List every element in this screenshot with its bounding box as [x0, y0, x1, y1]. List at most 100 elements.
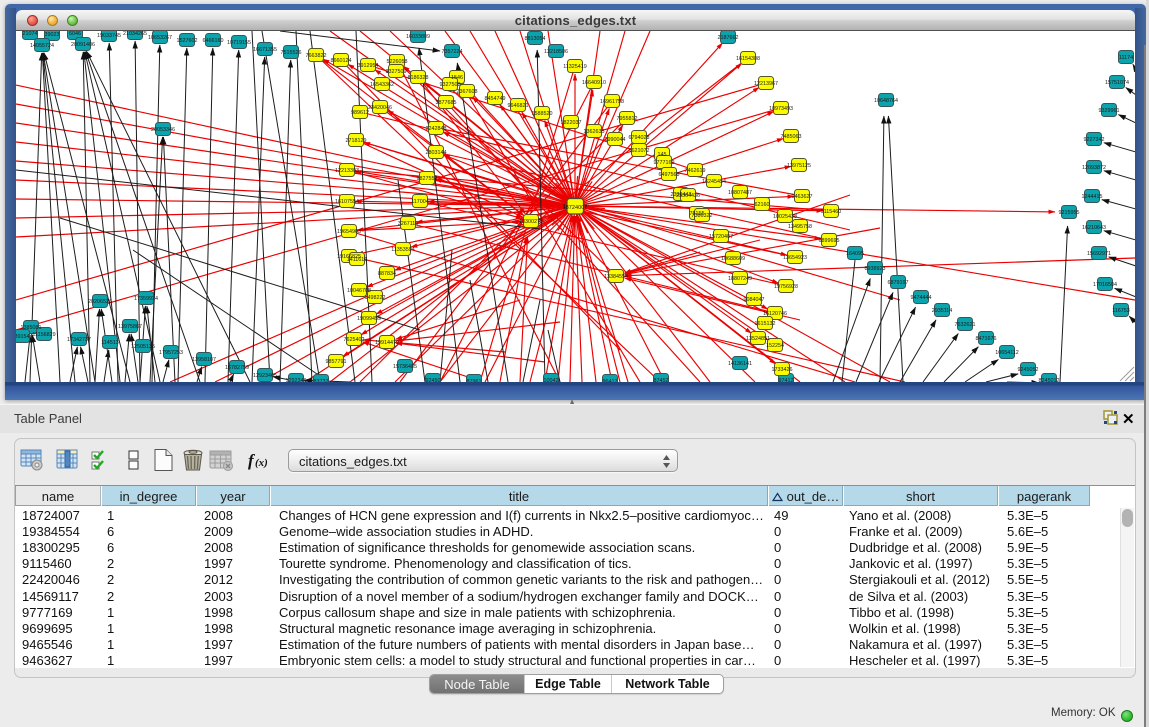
svg-text:6879197: 6879197 [888, 280, 909, 286]
svg-text:1385081: 1385081 [21, 325, 42, 331]
svg-text:13300275: 13300275 [519, 219, 543, 225]
svg-text:10973493: 10973493 [769, 106, 793, 112]
svg-text:19099459: 19099459 [357, 316, 381, 322]
svg-text:87961: 87961 [467, 379, 482, 382]
svg-text:23420046: 23420046 [368, 105, 392, 111]
svg-text:7625402: 7625402 [344, 337, 365, 343]
svg-text:16245454: 16245454 [702, 179, 726, 185]
svg-text:1527602: 1527602 [177, 38, 198, 44]
svg-text:8471676: 8471676 [976, 336, 997, 342]
svg-text:7632621: 7632621 [955, 322, 976, 328]
svg-text:18807249: 18807249 [728, 276, 752, 282]
svg-text:9327508: 9327508 [440, 82, 461, 88]
svg-text:17342737: 17342737 [67, 337, 91, 343]
svg-text:10688609: 10688609 [721, 256, 745, 262]
svg-text:16782759: 16782759 [225, 365, 249, 371]
svg-text:10648764: 10648764 [874, 98, 898, 104]
svg-text:96412: 96412 [603, 379, 618, 382]
svg-text:9329961: 9329961 [1099, 108, 1120, 114]
svg-text:3912954: 3912954 [358, 63, 379, 69]
svg-text:10046708: 10046708 [347, 288, 371, 294]
svg-text:9777169: 9777169 [654, 160, 675, 166]
svg-text:11174: 11174 [1119, 55, 1133, 61]
svg-text:7663822: 7663822 [306, 53, 327, 59]
svg-text:8938923: 8938923 [865, 266, 886, 272]
svg-text:11353594: 11353594 [391, 247, 415, 253]
svg-text:164095: 164095 [846, 251, 864, 257]
svg-text:23364436: 23364436 [676, 193, 700, 199]
svg-text:13218506: 13218506 [544, 49, 568, 55]
svg-text:1990044: 1990044 [605, 137, 626, 143]
svg-text:7357224: 7357224 [442, 49, 463, 55]
svg-text:1615132: 1615132 [755, 321, 776, 327]
svg-text:15736485: 15736485 [393, 364, 417, 370]
svg-text:19033745: 19033745 [97, 33, 121, 39]
svg-text:9227342: 9227342 [1084, 137, 1105, 143]
svg-text:1244415: 1244415 [1082, 194, 1103, 200]
svg-text:9646821: 9646821 [508, 103, 529, 109]
svg-text:21074: 21074 [23, 31, 38, 37]
svg-text:15751074: 15751074 [1105, 80, 1129, 86]
svg-text:1588520: 1588520 [532, 111, 553, 117]
svg-text:16033809: 16033809 [406, 34, 430, 40]
svg-text:97412: 97412 [779, 378, 794, 382]
svg-text:152254: 152254 [766, 343, 784, 349]
svg-text:2367608: 2367608 [457, 89, 478, 95]
svg-text:17359924: 17359924 [134, 296, 158, 302]
svg-text:6794028: 6794028 [629, 135, 650, 141]
svg-text:7515526: 7515526 [281, 50, 302, 56]
svg-text:1362635: 1362635 [584, 129, 605, 135]
svg-text:989612: 989612 [351, 110, 369, 116]
svg-text:16671355: 16671355 [253, 47, 277, 53]
svg-text:13958107: 13958107 [192, 357, 216, 363]
svg-text:13524851: 13524851 [746, 336, 770, 342]
svg-text:17016504: 17016504 [1093, 282, 1117, 288]
svg-text:2935114: 2935114 [932, 308, 953, 314]
svg-text:114513: 114513 [101, 340, 119, 346]
svg-text:16120746: 16120746 [763, 311, 787, 317]
svg-text:9463627: 9463627 [792, 194, 813, 200]
svg-text:3267110: 3267110 [398, 221, 419, 227]
svg-text:17957253: 17957253 [159, 350, 183, 356]
svg-text:3877685: 3877685 [436, 100, 457, 106]
svg-text:(x): (x) [255, 457, 268, 469]
svg-text:7462619: 7462619 [685, 168, 706, 174]
svg-text:21034265: 21034265 [123, 31, 147, 37]
svg-text:1546: 1546 [451, 75, 463, 81]
svg-text:1411616: 1411616 [347, 257, 368, 263]
svg-text:16154308: 16154308 [736, 56, 760, 62]
svg-text:13975125: 13975125 [787, 163, 811, 169]
svg-text:116753: 116753 [1112, 308, 1130, 314]
svg-text:2242848: 2242848 [426, 126, 447, 132]
svg-text:15692971: 15692971 [1087, 251, 1111, 257]
svg-text:14136141: 14136141 [728, 361, 752, 367]
svg-text:8245012: 8245012 [1039, 378, 1060, 382]
svg-text:1733426: 1733426 [772, 367, 793, 373]
svg-text:20091406: 20091406 [71, 42, 95, 48]
svg-text:7955812: 7955812 [617, 116, 638, 122]
svg-text:92450: 92450 [426, 378, 441, 382]
svg-text:11325419: 11325419 [563, 64, 587, 70]
svg-text:20053346: 20053346 [151, 127, 175, 133]
svg-text:10025438: 10025438 [773, 214, 797, 220]
svg-text:8186328: 8186328 [408, 75, 429, 81]
svg-text:10719155: 10719155 [227, 40, 251, 46]
svg-text:14055724: 14055724 [30, 43, 54, 49]
svg-text:10042: 10042 [544, 378, 559, 382]
svg-text:8813054: 8813054 [525, 36, 546, 42]
svg-text:13495758: 13495758 [788, 224, 812, 230]
svg-text:2187662: 2187662 [718, 35, 739, 41]
svg-text:9215955: 9215955 [1059, 210, 1080, 216]
svg-text:7485063: 7485063 [781, 134, 802, 140]
svg-text:1498222: 1498222 [365, 295, 386, 301]
svg-text:39154: 39154 [16, 334, 30, 340]
svg-text:9084047: 9084047 [744, 297, 765, 303]
svg-text:20206526: 20206526 [88, 299, 112, 305]
svg-text:1822037: 1822037 [561, 120, 582, 126]
svg-text:9827552: 9827552 [417, 176, 438, 182]
svg-text:145: 145 [658, 152, 667, 158]
svg-text:16961758: 16961758 [600, 99, 624, 105]
svg-text:10653267: 10653267 [148, 35, 172, 41]
svg-text:6466160: 6466160 [203, 38, 224, 44]
svg-text:11156829: 11156829 [32, 332, 55, 338]
